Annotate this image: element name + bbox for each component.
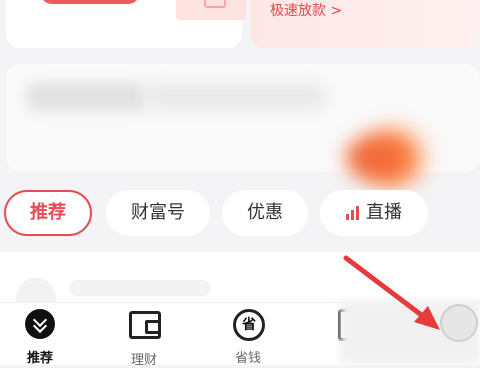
nav-label: 省钱 (234, 351, 261, 366)
banner-blur (146, 84, 326, 110)
nav-item-wealth[interactable]: 理财 (104, 309, 184, 368)
banner-blur (346, 138, 406, 178)
wallet-icon (129, 311, 161, 339)
filter-tabs: 推荐 财富号 优惠 直播 (0, 190, 480, 240)
tab-label: 推荐 (30, 202, 66, 223)
nav-item-save[interactable]: 省 省钱 (208, 309, 288, 366)
top-cards: 极速放款 > (0, 0, 480, 56)
promo-banner[interactable] (6, 64, 480, 186)
nav-label: 推荐 (26, 351, 53, 366)
tab-discount[interactable]: 优惠 (222, 190, 308, 236)
card-cta-button[interactable] (40, 0, 140, 4)
quick-loan-link[interactable]: 极速放款 > (270, 0, 342, 20)
tab-label: 财富号 (131, 202, 185, 223)
live-bars-icon (346, 206, 360, 220)
plus-icon (204, 0, 226, 8)
tab-live[interactable]: 直播 (320, 190, 428, 236)
home-chevron-icon (25, 309, 55, 339)
save-money-icon: 省 (233, 309, 265, 341)
feed-text-placeholder (70, 280, 210, 296)
tab-recommend[interactable]: 推荐 (4, 190, 92, 236)
tab-label: 优惠 (247, 202, 283, 223)
tab-label: 直播 (366, 202, 402, 223)
card-illustration (176, 0, 246, 20)
banner-blur (26, 82, 146, 112)
nav-item-recommend[interactable]: 推荐 (0, 309, 80, 366)
nav-label: 理财 (130, 353, 157, 368)
profile-avatar[interactable] (440, 304, 478, 342)
tab-wealth[interactable]: 财富号 (106, 190, 210, 236)
top-card-left[interactable] (6, 0, 246, 48)
